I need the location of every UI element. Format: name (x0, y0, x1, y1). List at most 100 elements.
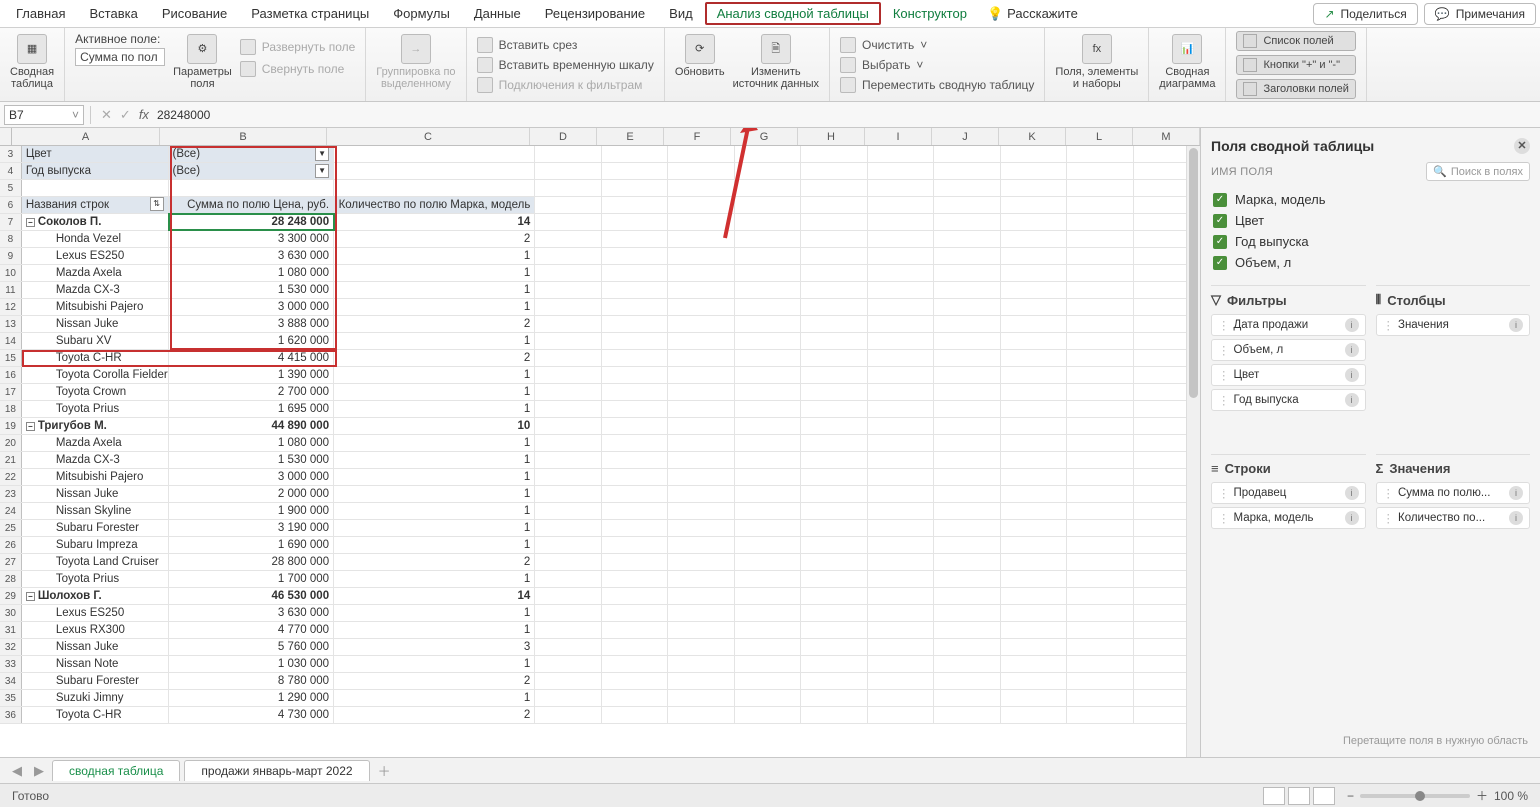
cell[interactable] (735, 452, 801, 468)
ribbon-tab[interactable]: Формулы (381, 2, 462, 25)
cell[interactable] (868, 520, 934, 536)
share-button[interactable]: ↗Поделиться (1313, 3, 1417, 25)
cell[interactable]: 2 (334, 554, 535, 570)
cell[interactable] (801, 537, 867, 553)
collapse-icon[interactable]: − (26, 592, 35, 601)
cell[interactable] (868, 469, 934, 485)
cell[interactable] (668, 214, 734, 230)
cell[interactable] (22, 180, 169, 196)
column-header[interactable]: H (798, 128, 865, 145)
cell[interactable]: 1 (334, 452, 535, 468)
cell[interactable] (668, 537, 734, 553)
cell[interactable]: Сумма по полю Цена, руб. (169, 197, 335, 213)
cell[interactable] (801, 265, 867, 281)
cell[interactable] (668, 180, 734, 196)
cell[interactable]: Toyota C-HR (22, 350, 169, 366)
cell[interactable]: 3 000 000 (169, 299, 335, 315)
change-source-button[interactable]: 🗎Изменить источник данных (733, 32, 819, 90)
cell[interactable] (535, 707, 601, 723)
ribbon-tab[interactable]: Рецензирование (533, 2, 657, 25)
row-header[interactable]: 26 (0, 537, 22, 553)
cell[interactable] (735, 367, 801, 383)
cell[interactable] (535, 571, 601, 587)
pivot-chart-button[interactable]: 📊Сводная диаграмма (1159, 32, 1215, 90)
row-header[interactable]: 29 (0, 588, 22, 604)
area-chip[interactable]: ⋮Год выпускаi (1211, 389, 1366, 411)
cell[interactable] (1067, 520, 1133, 536)
cell[interactable]: 1 (334, 571, 535, 587)
cell[interactable] (668, 673, 734, 689)
cell[interactable] (801, 673, 867, 689)
tell-me[interactable]: 💡Расскажите (987, 6, 1078, 22)
cell[interactable] (535, 367, 601, 383)
cell[interactable] (868, 146, 934, 162)
cell[interactable]: 3 300 000 (169, 231, 335, 247)
cell[interactable]: 4 770 000 (169, 622, 335, 638)
cell[interactable] (602, 673, 668, 689)
cell[interactable] (1067, 248, 1133, 264)
cell[interactable] (535, 282, 601, 298)
cell[interactable] (1067, 503, 1133, 519)
row-header[interactable]: 30 (0, 605, 22, 621)
cell[interactable] (668, 503, 734, 519)
row-header[interactable]: 6 (0, 197, 22, 213)
cell[interactable]: 1 690 000 (169, 537, 335, 553)
cell[interactable] (868, 673, 934, 689)
info-icon[interactable]: i (1345, 368, 1359, 382)
column-header[interactable]: D (530, 128, 597, 145)
cell[interactable] (735, 197, 801, 213)
cell[interactable]: Toyota Crown (22, 384, 169, 400)
cell[interactable] (934, 605, 1000, 621)
cell[interactable] (868, 588, 934, 604)
formula-input[interactable]: 28248000 (153, 108, 1540, 122)
zoom-slider[interactable] (1360, 794, 1470, 798)
ribbon-tab[interactable]: Вставка (77, 2, 149, 25)
area-chip[interactable]: ⋮Объем, лi (1211, 339, 1366, 361)
cell[interactable] (668, 656, 734, 672)
cell[interactable] (668, 163, 734, 179)
cell[interactable] (602, 299, 668, 315)
cell[interactable] (868, 231, 934, 247)
column-header[interactable]: F (664, 128, 731, 145)
cell[interactable] (1067, 180, 1133, 196)
field-checkbox-row[interactable]: ✓Цвет (1211, 210, 1530, 231)
cell[interactable] (801, 588, 867, 604)
cell[interactable]: 1 (334, 520, 535, 536)
info-icon[interactable]: i (1345, 486, 1359, 500)
cell[interactable] (934, 163, 1000, 179)
row-header[interactable]: 31 (0, 622, 22, 638)
cell[interactable] (868, 571, 934, 587)
row-header[interactable]: 34 (0, 673, 22, 689)
cell[interactable]: 1 080 000 (169, 435, 335, 451)
cell[interactable] (535, 673, 601, 689)
cell[interactable] (602, 282, 668, 298)
cell[interactable] (934, 673, 1000, 689)
info-icon[interactable]: i (1345, 393, 1359, 407)
cell[interactable] (668, 639, 734, 655)
cell[interactable] (1001, 656, 1067, 672)
cell[interactable] (668, 350, 734, 366)
cell[interactable] (801, 656, 867, 672)
filter-cell[interactable]: (Все)▼ (169, 146, 335, 162)
cell[interactable] (868, 333, 934, 349)
info-icon[interactable]: i (1345, 511, 1359, 525)
cell[interactable] (1067, 265, 1133, 281)
cell[interactable]: 3 190 000 (169, 520, 335, 536)
cell[interactable] (1067, 401, 1133, 417)
cell[interactable] (535, 418, 601, 434)
cell[interactable]: 1 (334, 503, 535, 519)
cell[interactable] (1001, 690, 1067, 706)
cell[interactable] (934, 588, 1000, 604)
cell[interactable] (934, 401, 1000, 417)
cell[interactable] (602, 571, 668, 587)
column-header[interactable]: L (1066, 128, 1133, 145)
cell[interactable]: 28 800 000 (169, 554, 335, 570)
cell[interactable] (1001, 384, 1067, 400)
cell[interactable] (934, 639, 1000, 655)
info-icon[interactable]: i (1509, 511, 1523, 525)
cell[interactable] (1067, 197, 1133, 213)
cell[interactable]: Subaru Impreza (22, 537, 169, 553)
ribbon-tab[interactable]: Рисование (150, 2, 239, 25)
info-icon[interactable]: i (1345, 318, 1359, 332)
cell[interactable] (735, 401, 801, 417)
